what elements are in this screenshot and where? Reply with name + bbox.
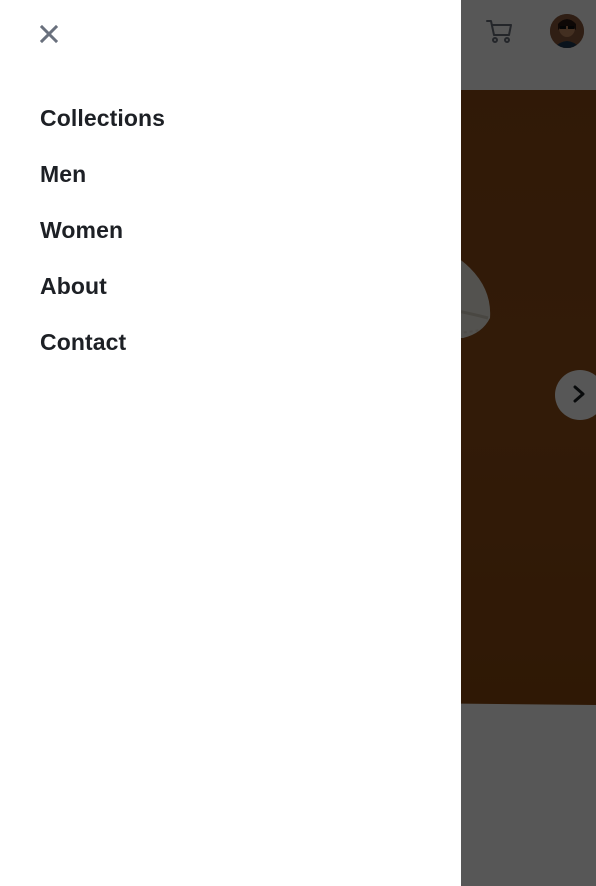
close-icon — [39, 24, 59, 46]
nav-link-contact[interactable]: Contact — [40, 329, 126, 355]
nav-item-collections: Collections — [40, 100, 165, 156]
nav-item-about: About — [40, 268, 165, 324]
nav-item-women: Women — [40, 212, 165, 268]
nav-menu: Collections Men Women About Contact — [40, 100, 165, 380]
nav-item-men: Men — [40, 156, 165, 212]
nav-link-about[interactable]: About — [40, 273, 107, 299]
nav-link-women[interactable]: Women — [40, 217, 123, 243]
nav-item-contact: Contact — [40, 324, 165, 380]
nav-link-collections[interactable]: Collections — [40, 105, 165, 131]
nav-link-men[interactable]: Men — [40, 161, 86, 187]
close-menu-button[interactable] — [34, 20, 64, 50]
side-nav-drawer: Collections Men Women About Contact — [0, 0, 461, 886]
page: Collections Men Women About Contact — [0, 0, 596, 886]
